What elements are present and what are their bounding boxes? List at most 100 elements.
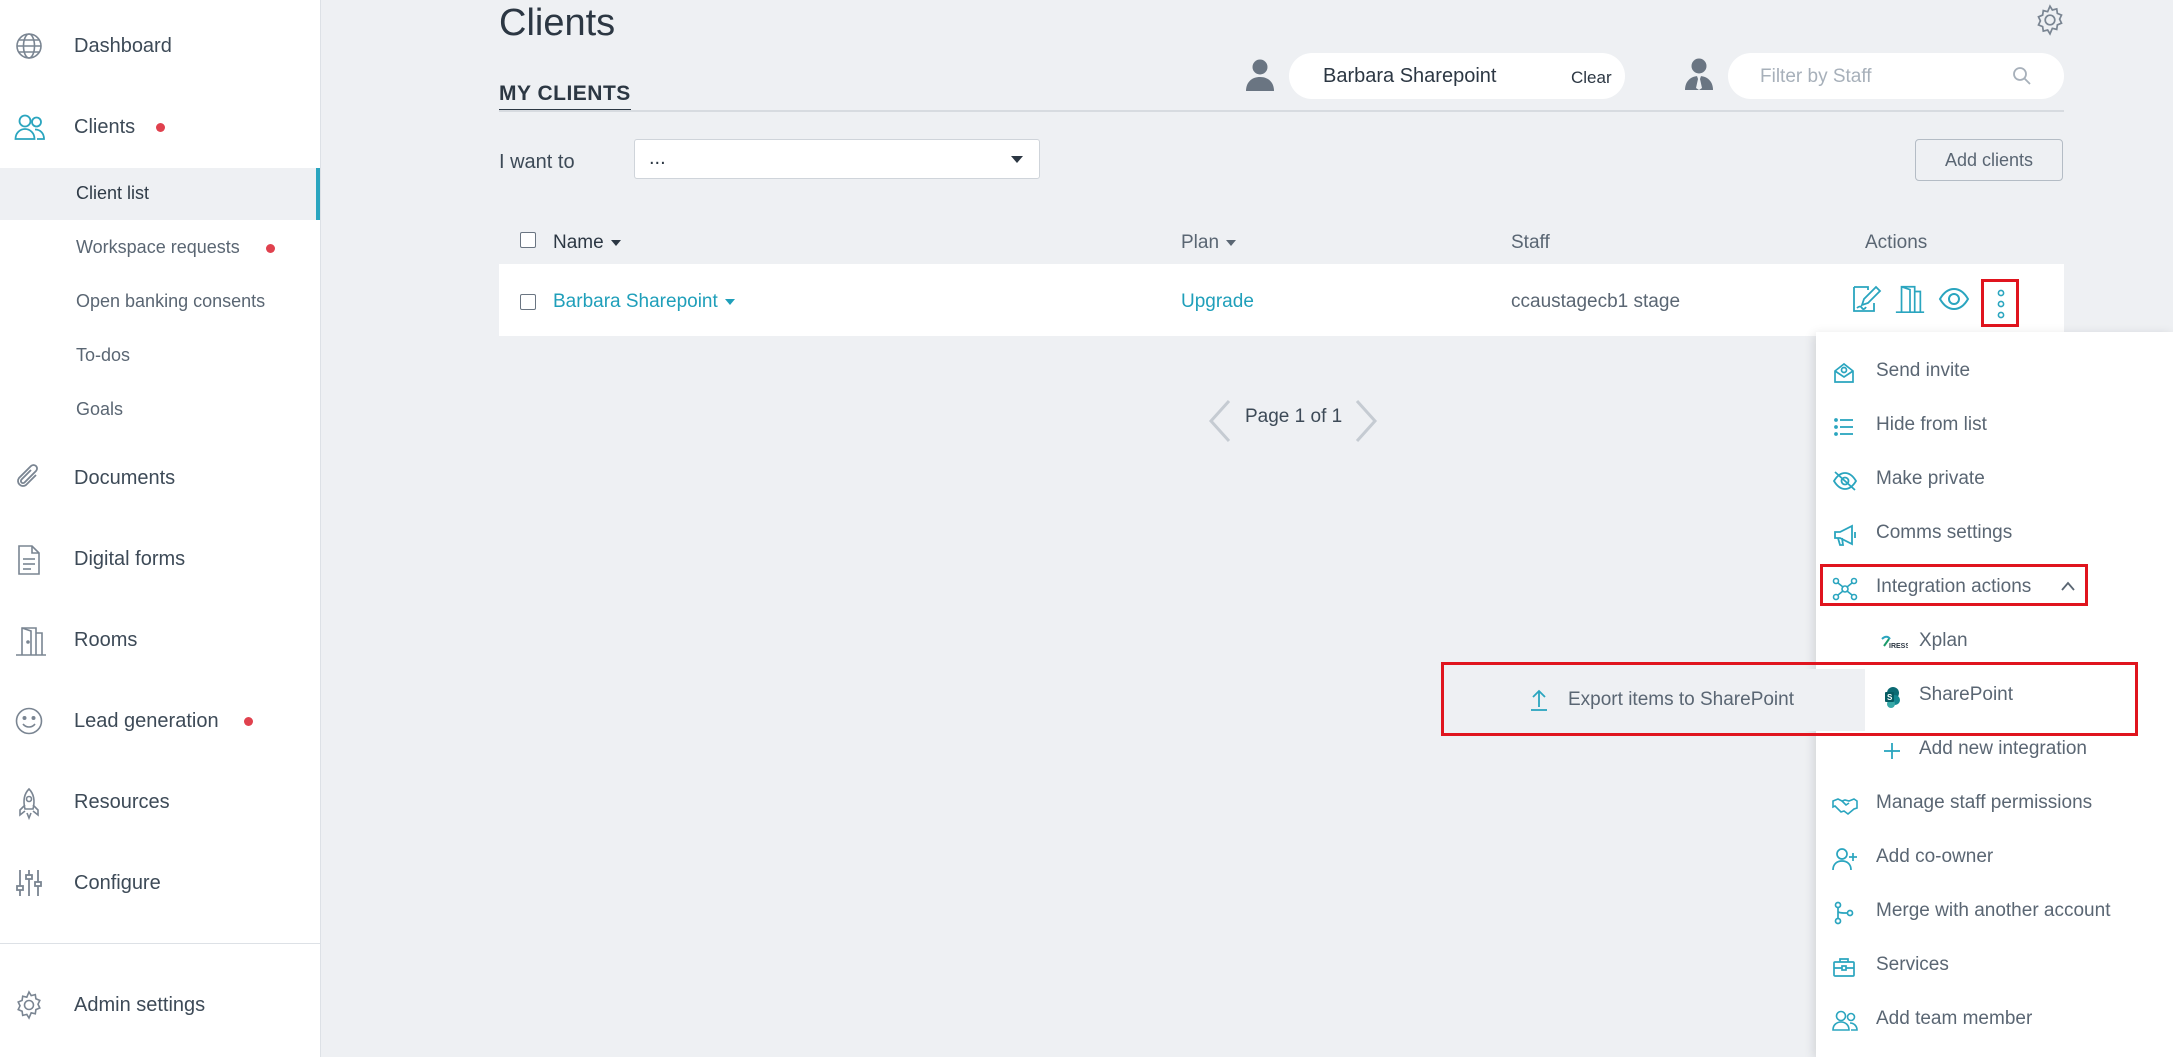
- svg-text:IRESS: IRESS: [1889, 643, 1908, 650]
- notification-badge: [266, 244, 275, 253]
- more-actions-button[interactable]: [1981, 279, 2019, 327]
- briefcase-icon: [1832, 955, 1858, 979]
- client-filter[interactable]: Barbara Sharepoint Clear: [1289, 53, 1625, 99]
- menu-item-hide-from-list[interactable]: Hide from list: [1816, 400, 2173, 454]
- megaphone-icon: [1832, 523, 1858, 547]
- menu-item-add-co-owner[interactable]: Add co-owner: [1816, 832, 2173, 886]
- chevron-down-icon: [724, 298, 735, 305]
- menu-item-label: Merge with another account: [1876, 900, 2111, 921]
- document-icon: [14, 544, 44, 575]
- menu-item-add-team-member[interactable]: Add team member: [1816, 994, 2173, 1048]
- sidebar-item-configure[interactable]: Configure: [0, 853, 320, 913]
- column-header-name[interactable]: Name: [553, 232, 621, 254]
- sidebar-subitem-client-list[interactable]: Client list: [0, 168, 320, 220]
- highlight-integration-actions: [1820, 564, 2088, 606]
- room-door-icon[interactable]: [1894, 283, 1926, 315]
- sidebar-item-clients[interactable]: Clients: [0, 97, 320, 157]
- client-name: Barbara Sharepoint: [553, 291, 718, 312]
- sidebar-item-label: Clients: [74, 115, 136, 138]
- sidebar-subitem-goals[interactable]: Goals: [0, 384, 320, 436]
- sidebar-item-label: Digital forms: [74, 547, 186, 570]
- users-icon: [14, 112, 45, 142]
- select-all-checkbox[interactable]: [520, 232, 536, 248]
- sidebar-subitem-to-dos[interactable]: To-dos: [0, 330, 320, 382]
- staff-filter-input[interactable]: [1758, 63, 2002, 91]
- gear-icon: [14, 990, 44, 1020]
- page-indicator: Page 1 of 1: [1245, 406, 1343, 427]
- sidebar-subitem-label: Goals: [76, 399, 124, 419]
- staff-filter[interactable]: [1728, 53, 2064, 99]
- edit-icon[interactable]: [1850, 283, 1882, 315]
- sidebar-item-resources[interactable]: Resources: [0, 772, 320, 832]
- menu-item-comms-settings[interactable]: Comms settings: [1816, 508, 2173, 562]
- sidebar-item-label: Rooms: [74, 628, 138, 651]
- i-want-to-label: I want to: [499, 151, 575, 173]
- tab-underline: [499, 110, 2064, 112]
- menu-item-make-private[interactable]: Make private: [1816, 454, 2173, 508]
- add-clients-button[interactable]: Add clients: [1915, 139, 2063, 181]
- column-header-label: Plan: [1181, 232, 1220, 253]
- paperclip-icon: [14, 463, 44, 493]
- smiley-icon: [14, 706, 44, 736]
- chevron-down-icon: [1011, 156, 1023, 163]
- rocket-icon: [14, 787, 44, 821]
- sidebar-divider: [0, 943, 320, 944]
- sliders-icon: [14, 868, 44, 898]
- envelope-icon: [1832, 361, 1858, 385]
- menu-item-merge-with-another-account[interactable]: Merge with another account: [1816, 886, 2173, 940]
- chevron-right-icon[interactable]: [1351, 398, 1381, 444]
- settings-gear-icon[interactable]: [2034, 4, 2066, 36]
- sidebar-item-digital-forms[interactable]: Digital forms: [0, 529, 320, 589]
- menu-item-services[interactable]: Services: [1816, 940, 2173, 994]
- menu-item-label: Make private: [1876, 468, 1985, 489]
- chevron-left-icon[interactable]: [1205, 398, 1235, 444]
- client-name-link[interactable]: Barbara Sharepoint: [553, 291, 735, 313]
- person-icon: [1245, 58, 1275, 92]
- sidebar-item-label: Lead generation: [74, 709, 219, 732]
- sidebar-item-label: Dashboard: [74, 34, 172, 57]
- menu-item-send-invite[interactable]: Send invite: [1816, 346, 2173, 400]
- sidebar-item-label: Resources: [74, 790, 170, 813]
- eye-icon[interactable]: [1938, 283, 1970, 315]
- sidebar-subitem-open-banking-consents[interactable]: Open banking consents: [0, 276, 320, 328]
- sidebar-item-admin-settings[interactable]: Admin settings: [0, 975, 320, 1035]
- list-icon: [1832, 415, 1858, 439]
- handshake-icon: [1832, 793, 1858, 817]
- page-title: Clients: [499, 2, 616, 44]
- notification-badge: [156, 123, 165, 132]
- sidebar-item-dashboard[interactable]: Dashboard: [0, 16, 320, 76]
- menu-item-label: Manage staff permissions: [1876, 792, 2093, 813]
- sidebar-subitem-label: Workspace requests: [76, 237, 240, 257]
- globe-icon: [14, 31, 44, 61]
- i-want-to-value: ...: [649, 147, 666, 169]
- sidebar: Dashboard Clients Client list Workspace …: [0, 0, 321, 1057]
- tab-my-clients[interactable]: MY CLIENTS: [499, 82, 631, 111]
- eye-slash-icon: [1832, 469, 1858, 493]
- sidebar-item-label: Admin settings: [74, 993, 206, 1016]
- client-filter-name: Barbara Sharepoint: [1323, 65, 1497, 87]
- sidebar-item-lead-generation[interactable]: Lead generation: [0, 691, 320, 751]
- column-header-label: Name: [553, 232, 604, 253]
- menu-item-label: Add new integration: [1919, 738, 2087, 759]
- merge-icon: [1832, 901, 1858, 925]
- column-header-actions: Actions: [1865, 232, 1928, 253]
- plan-upgrade-link[interactable]: Upgrade: [1181, 291, 1254, 313]
- plus-icon: [1880, 739, 1906, 763]
- search-icon[interactable]: [2012, 66, 2032, 86]
- menu-item-manage-staff-permissions[interactable]: Manage staff permissions: [1816, 778, 2173, 832]
- column-header-plan[interactable]: Plan: [1181, 232, 1237, 254]
- sidebar-item-rooms[interactable]: Rooms: [0, 610, 320, 670]
- sidebar-subitem-workspace-requests[interactable]: Workspace requests: [0, 222, 320, 274]
- menu-item-label: Services: [1876, 954, 1949, 975]
- clear-filter-button[interactable]: Clear: [1571, 68, 1612, 88]
- menu-item-label: Send invite: [1876, 360, 1971, 381]
- i-want-to-select[interactable]: ...: [634, 139, 1040, 179]
- sidebar-subitem-label: Client list: [76, 183, 150, 203]
- row-checkbox[interactable]: [520, 294, 536, 310]
- menu-item-label: Add team member: [1876, 1008, 2033, 1029]
- sidebar-item-documents[interactable]: Documents: [0, 448, 320, 508]
- team-icon: [1832, 1009, 1858, 1033]
- sidebar-item-label: Documents: [74, 466, 176, 489]
- sidebar-item-label: Configure: [74, 871, 161, 894]
- menu-item-label: Add co-owner: [1876, 846, 1994, 867]
